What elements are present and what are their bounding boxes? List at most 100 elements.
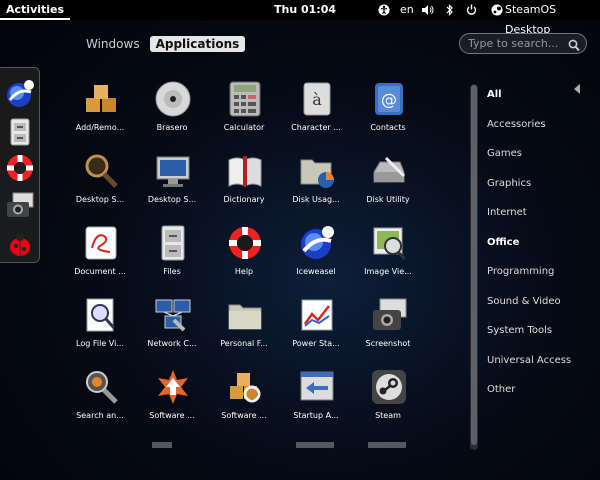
app-label: Iceweasel	[280, 267, 352, 277]
app-document-viewer[interactable]: Document ...	[64, 222, 136, 294]
category-all[interactable]: All	[487, 89, 502, 100]
svg-text:@: @	[381, 90, 397, 109]
category-other[interactable]: Other	[487, 384, 515, 395]
app-calculator[interactable]: Calculator	[208, 78, 280, 150]
steam-tray-icon[interactable]	[491, 0, 503, 23]
dash-bug-report-icon[interactable]	[4, 228, 36, 260]
category-internet[interactable]: Internet	[487, 207, 527, 218]
category-graphics[interactable]: Graphics	[487, 178, 531, 189]
dash	[0, 67, 40, 263]
app-log-file-viewer[interactable]: Log File Vi...	[64, 294, 136, 366]
app-label: Network C...	[147, 339, 197, 348]
activities-button[interactable]: Activities	[0, 0, 71, 20]
app-desktop-settings[interactable]: Desktop S...	[136, 150, 208, 222]
app-label: Character ...	[291, 123, 341, 132]
app-software-center[interactable]: Software ...	[208, 366, 280, 438]
category-office[interactable]: Office	[487, 237, 519, 248]
category-system-tools[interactable]: System Tools	[487, 325, 552, 336]
iceweasel-icon	[298, 224, 336, 262]
app-label: Desktop S...	[75, 195, 125, 204]
app-steam[interactable]: Steam	[352, 366, 424, 438]
app-brasero[interactable]: Brasero	[136, 78, 208, 150]
app-label: Desktop S...	[147, 195, 197, 204]
app-iceweasel[interactable]: Iceweasel	[280, 222, 352, 294]
app-grid-scrollbar[interactable]	[470, 84, 478, 450]
app-help[interactable]: Help	[208, 222, 280, 294]
character-map-icon: à	[298, 80, 336, 118]
app-search-and-index[interactable]: Search an...	[64, 366, 136, 438]
search-icon	[568, 37, 580, 56]
app-add-remove[interactable]: Add/Remo...	[64, 78, 136, 150]
app-disk-usage[interactable]: Disk Usag...	[280, 150, 352, 222]
desktop-settings-icon	[154, 152, 192, 190]
disk-usage-icon	[298, 152, 336, 190]
app-image-viewer[interactable]: Image Vie...	[352, 222, 424, 294]
app-label: Startup A...	[293, 411, 339, 420]
category-accessories[interactable]: Accessories	[487, 119, 546, 130]
app-label: Files	[136, 267, 208, 277]
category-games[interactable]: Games	[487, 148, 522, 159]
personal-file-sharing-icon	[226, 296, 264, 334]
app-disk-utility[interactable]: Disk Utility	[352, 150, 424, 222]
app-label: Dictionary	[223, 195, 265, 204]
app-character-map[interactable]: à Character ...	[280, 78, 352, 150]
add-remove-icon	[82, 80, 120, 118]
dash-iceweasel-icon[interactable]	[4, 78, 36, 110]
app-files[interactable]: Files	[136, 222, 208, 294]
app-partial-icon	[368, 442, 406, 448]
app-label: Power Sta...	[292, 339, 340, 348]
volume-icon[interactable]	[421, 0, 434, 23]
bluetooth-icon[interactable]	[446, 0, 454, 23]
app-label: Document ...	[74, 267, 126, 276]
startup-applications-icon	[298, 368, 336, 406]
search-and-index-icon	[82, 368, 120, 406]
app-desktop-search[interactable]: Desktop S...	[64, 150, 136, 222]
app-label: Personal F...	[220, 339, 268, 348]
app-network-connections[interactable]: Network C...	[136, 294, 208, 366]
calculator-icon	[226, 80, 264, 118]
svg-text:à: à	[312, 90, 322, 109]
power-icon[interactable]	[466, 0, 477, 23]
category-pointer-icon	[574, 84, 580, 94]
contacts-icon: @	[370, 80, 408, 118]
clock[interactable]: Thu 01:04	[274, 0, 336, 20]
category-universal-access[interactable]: Universal Access	[487, 355, 571, 366]
dash-files-icon[interactable]	[4, 116, 36, 148]
app-partial-icon	[296, 442, 334, 448]
app-software-update[interactable]: Software ...	[136, 366, 208, 438]
network-connections-icon	[154, 296, 192, 334]
dash-help-icon[interactable]	[4, 152, 36, 184]
view-switcher: Windows Applications	[80, 36, 249, 52]
app-label: Screenshot	[365, 339, 411, 348]
app-screenshot[interactable]: Screenshot	[352, 294, 424, 366]
app-contacts[interactable]: @ Contacts	[352, 78, 424, 150]
dictionary-icon	[226, 152, 264, 190]
app-dictionary[interactable]: Dictionary	[208, 150, 280, 222]
category-sound-video[interactable]: Sound & Video	[487, 296, 561, 307]
app-label: Brasero	[156, 123, 188, 132]
category-programming[interactable]: Programming	[487, 266, 554, 277]
app-personal-file-sharing[interactable]: Personal F...	[208, 294, 280, 366]
search-input[interactable]	[466, 36, 570, 51]
dash-screenshot-icon[interactable]	[4, 190, 36, 222]
app-label: Log File Vi...	[76, 339, 124, 348]
brasero-disc-icon	[154, 80, 192, 118]
software-center-icon	[226, 368, 264, 406]
app-label: Help	[234, 267, 254, 276]
files-icon	[154, 224, 192, 262]
software-update-icon	[154, 368, 192, 406]
app-label: Disk Usag...	[292, 195, 340, 204]
scrollbar-thumb[interactable]	[471, 85, 477, 445]
keyboard-layout-indicator[interactable]: en	[400, 0, 414, 20]
windows-tab[interactable]: Windows	[80, 36, 146, 52]
app-startup-applications[interactable]: Startup A...	[280, 366, 352, 438]
app-label: Steam	[375, 411, 401, 420]
search-box[interactable]	[459, 33, 587, 54]
document-viewer-icon	[82, 224, 120, 262]
app-label: Software ...	[149, 411, 195, 420]
accessibility-icon[interactable]	[378, 0, 390, 23]
app-label: Calculator	[223, 123, 265, 132]
app-label: Disk Utility	[366, 195, 410, 204]
applications-tab[interactable]: Applications	[149, 36, 246, 52]
app-power-statistics[interactable]: Power Sta...	[280, 294, 352, 366]
